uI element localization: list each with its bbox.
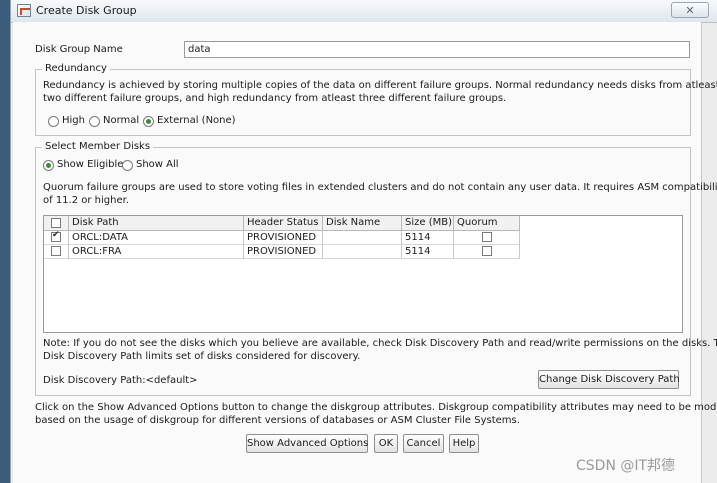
redundancy-legend: Redundancy: [42, 63, 110, 74]
disk-table: Disk Path Header Status Disk Name Size (…: [43, 215, 683, 333]
radio-show-eligible[interactable]: [43, 160, 54, 171]
radio-show-all-label: Show All: [136, 159, 179, 170]
radio-normal-label: Normal: [103, 115, 140, 126]
cell-header-status: PROVISIONED: [244, 231, 323, 245]
cell-disk-path: ORCL:DATA: [69, 231, 244, 245]
redundancy-group: Redundancy Redundancy is achieved by sto…: [35, 63, 717, 136]
row-select-checkbox[interactable]: [51, 231, 61, 242]
cell-quorum: [454, 231, 520, 245]
watermark: CSDN @IT邦德: [576, 458, 676, 474]
quorum-note-line2: of 11.2 or higher.: [43, 195, 129, 206]
disk-group-name-label: Disk Group Name: [35, 44, 123, 55]
column-header-header-status[interactable]: Header Status: [244, 216, 323, 231]
row-select-cell: [44, 231, 69, 245]
redundancy-description-line1: Redundancy is achieved by storing multip…: [43, 80, 717, 91]
radio-high-label: High: [62, 115, 85, 126]
quorum-note-line1: Quorum failure groups are used to store …: [43, 182, 717, 193]
change-discovery-path-button[interactable]: Change Disk Discovery Path: [538, 370, 680, 389]
create-disk-group-window: Create Disk Group ✕ Disk Group Name Redu…: [10, 0, 717, 483]
show-advanced-options-button[interactable]: Show Advanced Options: [246, 434, 368, 453]
redundancy-description-line2: two different failure groups, and high r…: [43, 93, 507, 104]
cell-size: 5114: [402, 245, 454, 259]
column-header-disk-name[interactable]: Disk Name: [323, 216, 402, 231]
close-button[interactable]: ✕: [671, 2, 709, 18]
radio-external-label: External (None): [157, 115, 236, 126]
cancel-button[interactable]: Cancel: [403, 434, 444, 453]
cell-size: 5114: [402, 231, 454, 245]
column-header-quorum[interactable]: Quorum: [454, 216, 520, 231]
dialog-content: Disk Group Name Redundancy Redundancy is…: [13, 22, 717, 483]
discovery-path-label: Disk Discovery Path:<default>: [43, 375, 198, 386]
close-icon: ✕: [685, 4, 695, 17]
advanced-note-line1: Click on the Show Advanced Options butto…: [35, 402, 717, 413]
select-all-checkbox[interactable]: [51, 218, 61, 228]
cell-quorum: [454, 245, 520, 259]
title-bar: Create Disk Group ✕: [11, 0, 717, 23]
radio-show-all[interactable]: [122, 160, 133, 171]
ok-button[interactable]: OK: [374, 434, 398, 453]
discovery-note-line1: Note: If you do not see the disks which …: [43, 338, 717, 349]
radio-show-eligible-label: Show Eligible: [57, 159, 124, 170]
column-header-size[interactable]: Size (MB): [402, 216, 454, 231]
help-button[interactable]: Help: [449, 434, 479, 453]
cell-disk-path: ORCL:FRA: [69, 245, 244, 259]
radio-normal[interactable]: [89, 116, 100, 127]
radio-external[interactable]: [143, 116, 154, 127]
discovery-note-line2: Disk Discovery Path limits set of disks …: [43, 351, 361, 362]
member-disks-legend: Select Member Disks: [42, 141, 154, 152]
window-title: Create Disk Group: [36, 4, 137, 17]
advanced-note-line2: based on the usage of diskgroup for diff…: [35, 415, 520, 426]
cell-disk-name[interactable]: [323, 231, 402, 245]
quorum-checkbox[interactable]: [482, 232, 492, 242]
cell-disk-name[interactable]: [323, 245, 402, 259]
cell-header-status: PROVISIONED: [244, 245, 323, 259]
radio-high[interactable]: [48, 116, 59, 127]
disk-group-name-input[interactable]: [184, 41, 690, 58]
select-all-header: [44, 216, 69, 231]
app-icon: [17, 4, 31, 17]
quorum-checkbox[interactable]: [482, 246, 492, 256]
row-select-cell: [44, 245, 69, 259]
column-header-disk-path[interactable]: Disk Path: [69, 216, 244, 231]
row-select-checkbox[interactable]: [51, 246, 61, 256]
